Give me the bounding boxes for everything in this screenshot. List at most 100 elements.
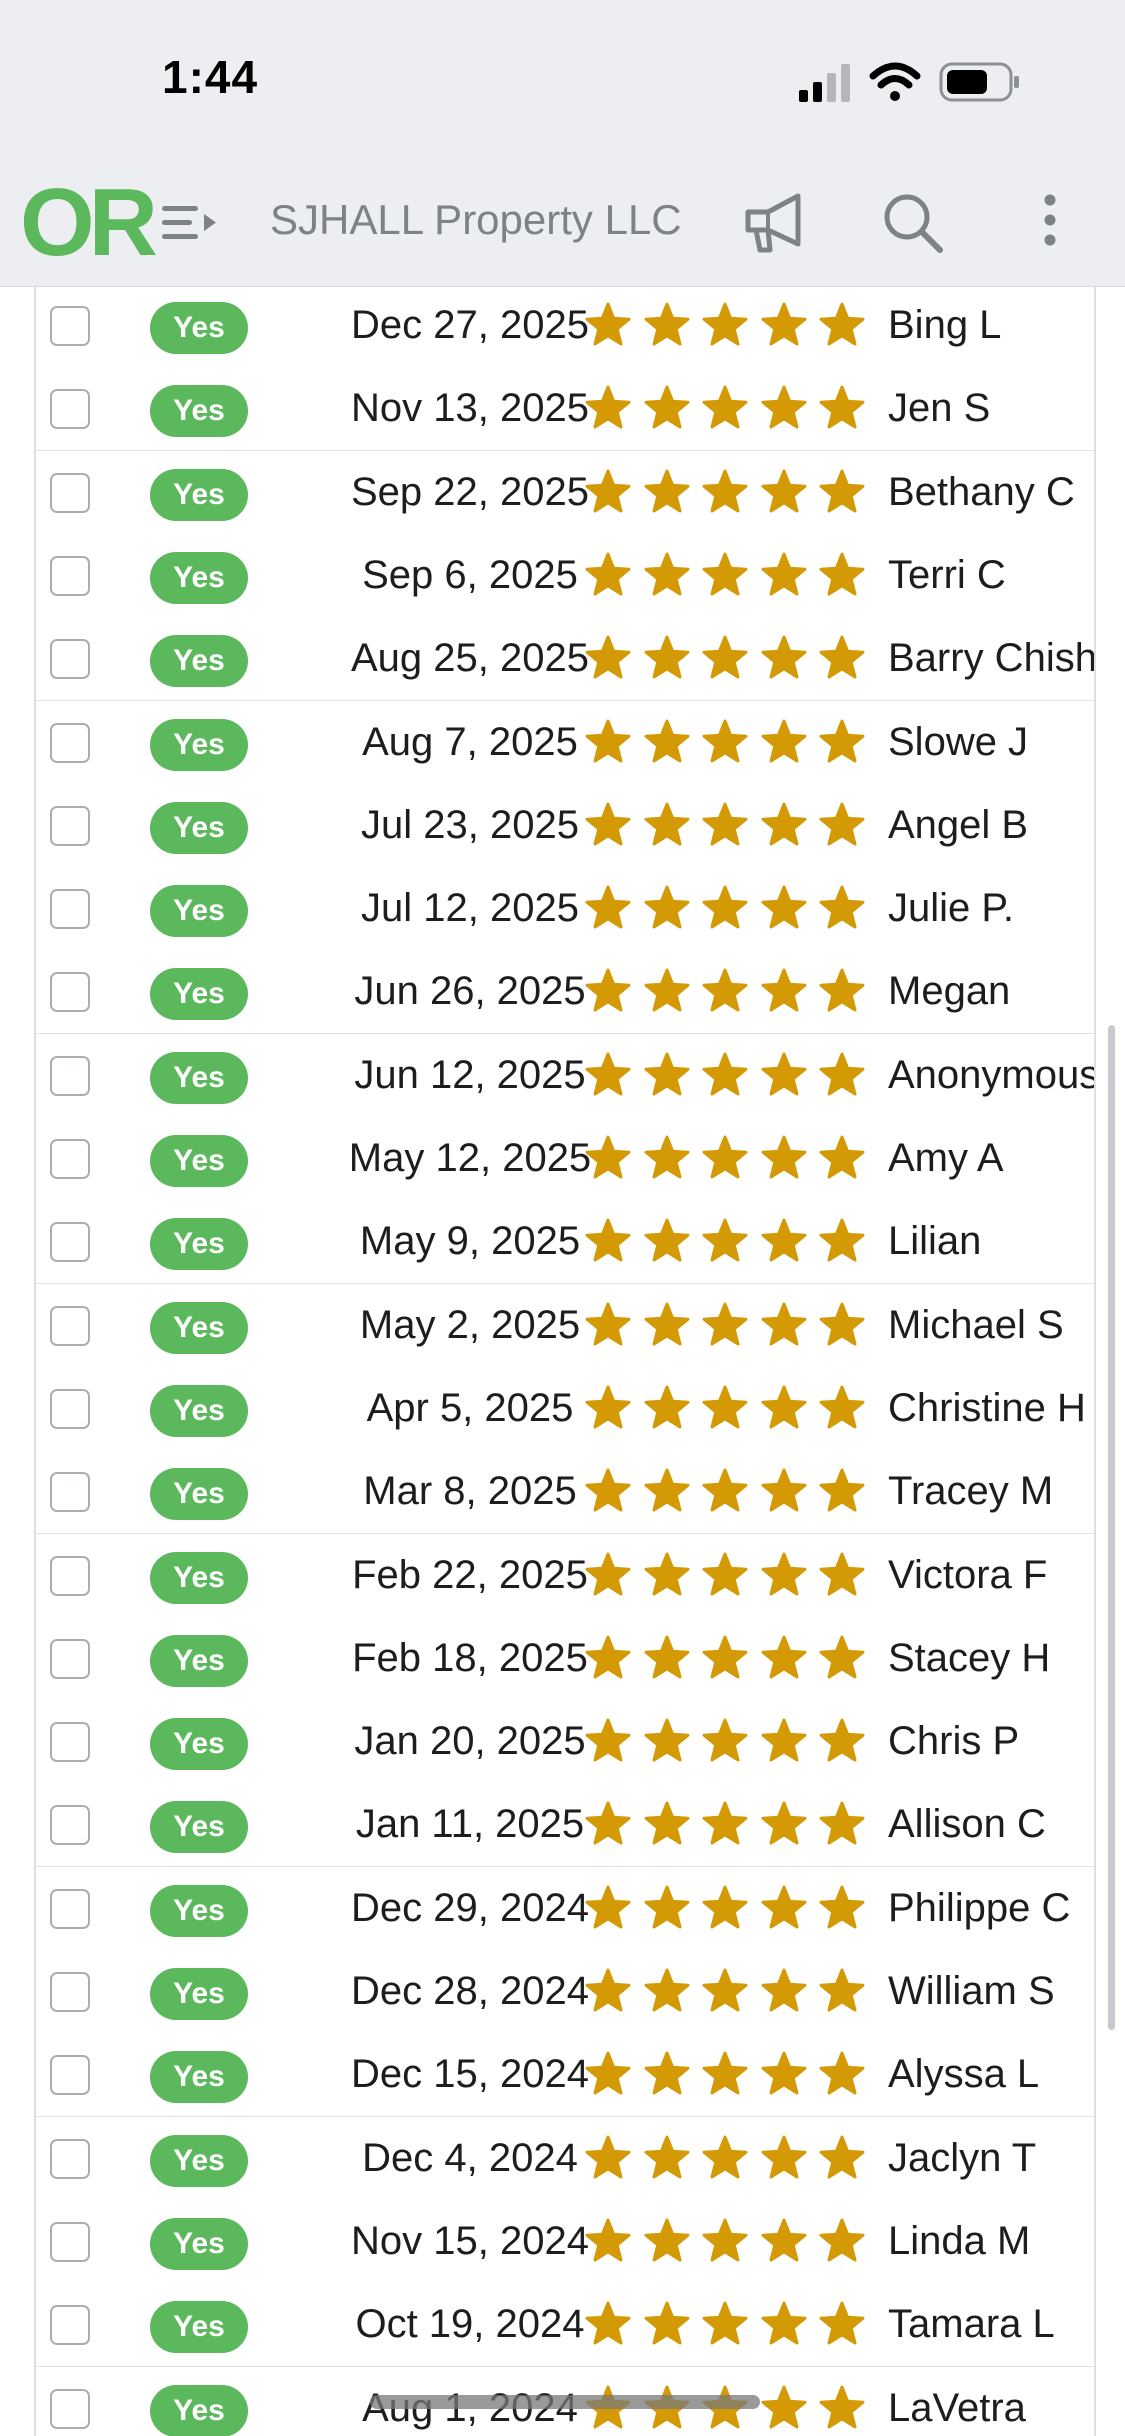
table-row[interactable]: Yes Dec 27, 2025 Bing L <box>36 287 1094 370</box>
reviewer-name[interactable]: Tamara L <box>888 2283 1094 2366</box>
row-checkbox[interactable] <box>50 1222 90 1263</box>
row-checkbox[interactable] <box>50 1305 90 1346</box>
reviewer-name[interactable]: Jen S <box>888 367 1094 450</box>
row-checkbox[interactable] <box>50 1472 90 1513</box>
table-row[interactable]: Yes Dec 29, 2024 Philippe C <box>36 1866 1094 1953</box>
table-row[interactable]: Yes Sep 6, 2025 Terri C <box>36 533 1094 620</box>
table-row[interactable]: Yes Jan 11, 2025 Allison C <box>36 1783 1094 1870</box>
reviewer-name[interactable]: Julie P. <box>888 867 1094 950</box>
reviewer-name[interactable]: Anonymous <box>888 1034 1094 1117</box>
table-row[interactable]: Yes Jul 12, 2025 Julie P. <box>36 867 1094 954</box>
table-row[interactable]: Yes Nov 13, 2025 Jen S <box>36 367 1094 454</box>
app-logo[interactable]: OR <box>20 168 158 278</box>
search-icon[interactable] <box>880 190 946 256</box>
table-row[interactable]: Yes Feb 22, 2025 Victora F <box>36 1533 1094 1620</box>
row-checkbox[interactable] <box>50 306 90 346</box>
row-checkbox[interactable] <box>50 1638 90 1679</box>
reviewer-name[interactable]: Jaclyn T <box>888 2117 1094 2200</box>
table-row[interactable]: Yes Jan 20, 2025 Chris P <box>36 1700 1094 1787</box>
reviewer-name[interactable]: Christine H <box>888 1367 1094 1450</box>
star-icon <box>585 552 631 596</box>
table-row[interactable]: Yes Nov 15, 2024 Linda M <box>36 2199 1094 2286</box>
row-checkbox[interactable] <box>50 389 90 430</box>
table-row[interactable]: Yes Jun 12, 2025 Anonymous <box>36 1033 1094 1120</box>
star-icon <box>819 1552 865 1595</box>
star-icon <box>644 802 689 846</box>
row-checkbox[interactable] <box>50 805 90 846</box>
reviewer-name[interactable]: Megan <box>888 950 1094 1033</box>
reviewer-name[interactable]: Tracey M <box>888 1450 1094 1533</box>
star-icon <box>819 1801 865 1845</box>
reviewer-name[interactable]: Stacey H <box>888 1617 1094 1700</box>
reviewer-name[interactable]: Lilian <box>888 1200 1094 1283</box>
reviewer-name[interactable]: Michael S <box>888 1284 1094 1367</box>
reviewer-name[interactable]: Allison C <box>888 1783 1094 1866</box>
verified-badge: Yes <box>150 2217 248 2270</box>
reviewer-name[interactable]: Bing L <box>888 287 1094 367</box>
reviewer-name[interactable]: Linda M <box>888 2200 1094 2283</box>
row-checkbox[interactable] <box>50 472 90 513</box>
table-row[interactable]: Yes Jul 23, 2025 Angel B <box>36 783 1094 870</box>
star-icon <box>761 469 806 513</box>
star-icon <box>702 1135 748 1179</box>
reviewer-name[interactable]: Barry Chish <box>888 617 1094 700</box>
reviewer-name[interactable]: Amy A <box>888 1117 1094 1200</box>
row-checkbox[interactable] <box>50 1888 90 1929</box>
star-icon <box>644 2218 689 2262</box>
row-checkbox[interactable] <box>50 889 90 930</box>
table-row[interactable]: Yes Jun 26, 2025 Megan <box>36 950 1094 1037</box>
row-checkbox[interactable] <box>50 1972 90 2012</box>
table-row[interactable]: Yes Feb 18, 2025 Stacey H <box>36 1616 1094 1703</box>
reviewer-name[interactable]: Victora F <box>888 1534 1094 1617</box>
row-checkbox[interactable] <box>50 2138 90 2179</box>
row-checkbox[interactable] <box>50 1722 90 1763</box>
reviewer-name[interactable]: Alyssa L <box>888 2033 1094 2116</box>
star-icon <box>761 635 806 679</box>
table-row[interactable]: Yes Sep 22, 2025 Bethany C <box>36 450 1094 537</box>
reviewer-name[interactable]: William S <box>888 1950 1094 2033</box>
row-checkbox[interactable] <box>50 1805 90 1846</box>
verified-badge: Yes <box>150 1718 248 1771</box>
reviewer-name[interactable]: Slowe J <box>888 701 1094 784</box>
reviewer-name[interactable]: Terri C <box>888 534 1094 617</box>
table-row[interactable]: Yes Aug 7, 2025 Slowe J <box>36 700 1094 787</box>
row-checkbox[interactable] <box>50 1055 90 1096</box>
row-checkbox[interactable] <box>50 1555 90 1596</box>
reviewer-name[interactable]: Angel B <box>888 784 1094 867</box>
table-row[interactable]: Yes Apr 5, 2025 Christine H <box>36 1366 1094 1453</box>
table-row[interactable]: Yes May 2, 2025 Michael S <box>36 1283 1094 1370</box>
star-icon <box>761 552 806 596</box>
row-checkbox[interactable] <box>50 2221 90 2262</box>
table-row[interactable]: Yes Dec 4, 2024 Jaclyn T <box>36 2116 1094 2203</box>
row-checkbox[interactable] <box>50 2305 90 2346</box>
row-checkbox[interactable] <box>50 1388 90 1429</box>
table-row[interactable]: Yes Mar 8, 2025 Tracey M <box>36 1450 1094 1537</box>
table-row[interactable]: Yes May 12, 2025 Amy A <box>36 1117 1094 1203</box>
reviewer-name[interactable]: Chris P <box>888 1700 1094 1783</box>
megaphone-icon[interactable] <box>740 190 810 256</box>
table-row[interactable]: Yes Aug 25, 2025 Barry Chish <box>36 617 1094 704</box>
star-icon <box>585 719 631 762</box>
row-checkbox[interactable] <box>50 2388 90 2429</box>
row-checkbox[interactable] <box>50 639 90 680</box>
star-icon <box>585 2218 631 2262</box>
table-row[interactable]: Yes Oct 19, 2024 Tamara L <box>36 2283 1094 2370</box>
table-row[interactable]: Yes Dec 15, 2024 Alyssa L <box>36 2033 1094 2120</box>
row-checkbox[interactable] <box>50 1139 90 1179</box>
row-checkbox[interactable] <box>50 972 90 1013</box>
row-checkbox[interactable] <box>50 555 90 596</box>
star-icon <box>644 1302 689 1346</box>
reviewer-name[interactable]: Philippe C <box>888 1867 1094 1950</box>
table-row[interactable]: Yes Dec 28, 2024 William S <box>36 1950 1094 2036</box>
more-options-icon[interactable] <box>1034 190 1066 256</box>
table-row[interactable]: Yes May 9, 2025 Lilian <box>36 1200 1094 1287</box>
menu-icon[interactable] <box>160 202 218 244</box>
star-icon <box>702 1385 748 1429</box>
row-checkbox[interactable] <box>50 722 90 763</box>
reviewer-name[interactable]: LaVetra <box>888 2367 1094 2436</box>
company-name[interactable]: SJHALL Property LLC <box>270 196 682 244</box>
row-checkbox[interactable] <box>50 2055 90 2096</box>
cellular-signal-icon <box>799 64 850 102</box>
scrollbar[interactable] <box>1108 1025 1115 2030</box>
reviewer-name[interactable]: Bethany C <box>888 451 1094 534</box>
